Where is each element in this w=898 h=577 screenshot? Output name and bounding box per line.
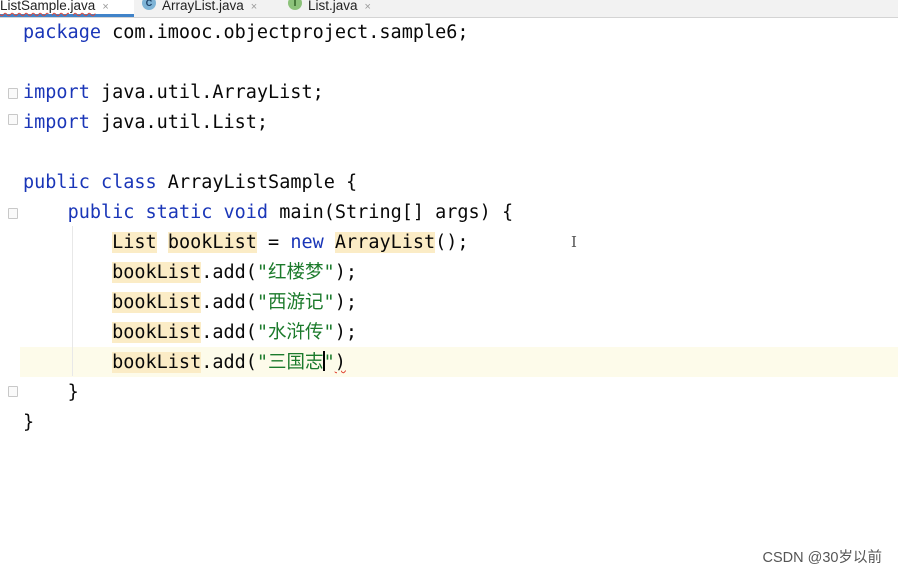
code-line-add-3[interactable]: bookList.add("水浒传"); [23,318,357,348]
editor-tab-bar: ListSample.java × C ArrayList.java × I Lis… [0,0,898,18]
code-line-class-close[interactable]: } [23,408,34,438]
variable-booklist: bookList [112,352,202,373]
code-line-import-arraylist[interactable]: import java.util.ArrayList; [23,78,324,108]
code-line-import-list[interactable]: import java.util.List; [23,108,268,138]
code-line-class-declaration[interactable]: public class ArrayListSample { [23,168,357,198]
type-list: List [112,232,157,253]
closing-brace: } [67,382,79,403]
assign-operator: = [256,232,291,253]
close-icon[interactable]: × [102,1,108,13]
keyword-public: public [67,202,135,223]
fold-marker-icon[interactable] [8,114,18,125]
error-underlined-paren: ) [334,352,346,373]
method-call: .add( [201,262,257,283]
string-literal: "水浒传" [256,322,335,343]
keyword-import: import [23,112,90,133]
keyword-package: package [23,22,101,43]
code-line-list-declaration[interactable]: List bookList = new ArrayList(); [23,228,469,258]
keyword-class: class [100,172,157,193]
code-line-add-2[interactable]: bookList.add("西游记"); [23,288,357,318]
fold-marker-icon[interactable] [8,208,18,219]
string-literal: "三国志 [256,352,324,373]
statement-tail: ); [334,262,357,283]
interface-icon: I [288,0,302,10]
import-path: java.util.List; [89,112,269,133]
statement-tail: ); [334,292,357,313]
code-line-package[interactable]: package com.imooc.objectproject.sample6; [23,18,469,48]
tab-label: ListSample.java [0,0,96,13]
keyword-void: void [223,202,269,223]
keyword-public: public [23,172,90,193]
string-literal: "西游记" [256,292,335,313]
package-name: com.imooc.objectproject.sample6; [100,22,469,43]
code-line-add-4[interactable]: bookList.add("三国志") [23,348,346,378]
closing-brace: } [23,412,35,433]
method-call: .add( [201,322,257,343]
statement-tail: (); [435,232,469,253]
mouse-ibeam-cursor-icon: I [571,233,577,251]
method-signature: main(String[] args) { [268,202,514,223]
tab-label: List.java [308,0,358,13]
code-line-add-1[interactable]: bookList.add("红楼梦"); [23,258,357,288]
fold-marker-icon[interactable] [8,386,18,397]
tab-listsample-java[interactable]: ListSample.java × [0,0,134,17]
variable-booklist: bookList [167,232,257,253]
method-call: .add( [201,292,257,313]
close-icon[interactable]: × [251,1,257,13]
close-icon[interactable]: × [365,1,371,13]
code-editor[interactable]: package com.imooc.objectproject.sample6;… [0,18,898,577]
code-line-main-method[interactable]: public static void main(String[] args) { [23,198,514,228]
tab-list-java[interactable]: I List.java × [288,0,398,17]
gutter [0,18,20,577]
watermark: CSDN @30岁以前 [762,550,882,566]
method-call: .add( [201,352,257,373]
statement-tail: ); [334,322,357,343]
variable-booklist: bookList [112,262,202,283]
variable-booklist: bookList [112,322,202,343]
class-name: ArrayListSample { [156,172,358,193]
class-icon: C [142,0,156,10]
tab-label: ArrayList.java [162,0,244,13]
keyword-new: new [290,232,324,253]
string-literal-end: " [323,352,335,373]
fold-marker-icon[interactable] [8,88,18,99]
constructor-arraylist: ArrayList [334,232,436,253]
import-path: java.util.ArrayList; [89,82,324,103]
code-line-method-close[interactable]: } [23,378,79,408]
keyword-static: static [145,202,213,223]
variable-booklist: bookList [112,292,202,313]
string-literal: "红楼梦" [256,262,335,283]
keyword-import: import [23,82,90,103]
tab-arraylist-java[interactable]: C ArrayList.java × [142,0,280,17]
